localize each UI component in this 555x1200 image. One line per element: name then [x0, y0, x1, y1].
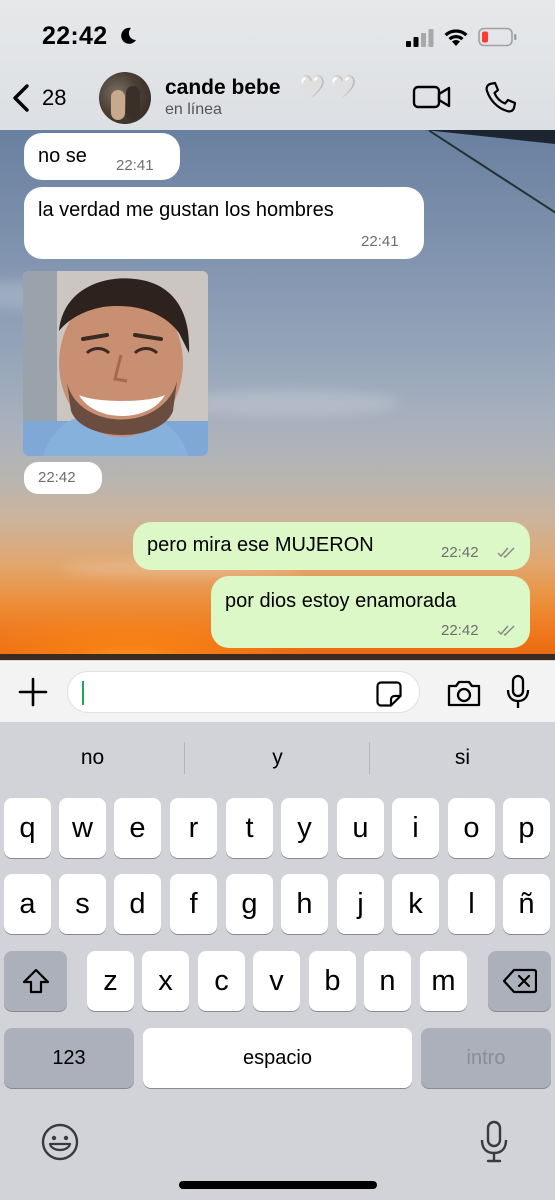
key-b[interactable]: b [309, 951, 356, 1011]
double-check-icon [497, 625, 515, 636]
message-image[interactable] [23, 271, 208, 456]
emoji-icon[interactable] [40, 1122, 80, 1162]
avatar-person [111, 90, 125, 120]
power-line [428, 130, 555, 230]
chat-header: 28 cande bebe 🤍🤍 en línea [0, 68, 555, 130]
key-m[interactable]: m [420, 951, 467, 1011]
key-i[interactable]: i [392, 798, 439, 858]
space-key[interactable]: espacio [143, 1028, 412, 1088]
message-bubble-outgoing[interactable]: por dios estoy enamorada 22:42 [211, 576, 530, 648]
status-bar: 22:42 [0, 0, 555, 68]
key-n[interactable]: n [364, 951, 411, 1011]
backspace-key[interactable] [488, 951, 551, 1011]
camera-icon[interactable] [446, 678, 482, 708]
key-v[interactable]: v [253, 951, 300, 1011]
image-timestamp: 22:42 [24, 462, 102, 494]
key-c[interactable]: c [198, 951, 245, 1011]
key-z[interactable]: z [87, 951, 134, 1011]
microphone-icon[interactable] [506, 674, 530, 710]
dictation-icon[interactable] [480, 1120, 508, 1164]
home-indicator [179, 1181, 377, 1189]
phone-icon[interactable] [484, 80, 516, 114]
key-k[interactable]: k [392, 874, 439, 934]
message-bubble-incoming[interactable]: la verdad me gustan los hombres 22:41 [24, 187, 424, 259]
key-w[interactable]: w [59, 798, 106, 858]
back-chevron-icon [13, 84, 29, 112]
key-j[interactable]: j [337, 874, 384, 934]
message-time: 22:42 [38, 469, 76, 486]
message-time: 22:41 [361, 233, 399, 250]
double-check-icon [497, 547, 515, 558]
return-key[interactable]: intro [421, 1028, 551, 1088]
key-s[interactable]: s [59, 874, 106, 934]
backspace-icon [502, 968, 537, 994]
key-p[interactable]: p [503, 798, 550, 858]
suggestion-item[interactable]: y [185, 722, 370, 794]
message-input-bar [0, 660, 555, 722]
contact-status: en línea [165, 101, 222, 118]
status-time: 22:42 [42, 22, 108, 50]
chat-area[interactable]: no se 22:41 la verdad me gustan los homb… [0, 130, 555, 660]
key-f[interactable]: f [170, 874, 217, 934]
sticker-icon[interactable] [376, 681, 402, 707]
message-time: 22:42 [441, 544, 479, 561]
key-x[interactable]: x [142, 951, 189, 1011]
shift-key[interactable] [4, 951, 67, 1011]
suggestion-bar: no y si [0, 722, 555, 794]
avatar[interactable] [99, 72, 151, 124]
battery-icon [478, 27, 517, 47]
message-text: no se [38, 145, 87, 167]
wifi-icon [444, 29, 468, 46]
key-u[interactable]: u [337, 798, 384, 858]
cloud [180, 390, 400, 416]
numbers-key[interactable]: 123 [4, 1028, 134, 1088]
message-input[interactable] [67, 671, 420, 713]
avatar-person [126, 86, 140, 120]
contact-hearts: 🤍🤍 [298, 74, 361, 100]
message-text: pero mira ese MUJERON [147, 534, 374, 556]
text-caret [82, 681, 84, 705]
key-n-tilde[interactable]: ñ [503, 874, 550, 934]
unread-count: 28 [42, 85, 67, 110]
key-h[interactable]: h [281, 874, 328, 934]
moon-icon [121, 27, 136, 44]
video-call-icon[interactable] [412, 82, 452, 112]
message-text: la verdad me gustan los hombres [38, 199, 334, 221]
back-button[interactable]: 28 [10, 80, 66, 116]
key-q[interactable]: q [4, 798, 51, 858]
key-e[interactable]: e [114, 798, 161, 858]
plus-icon[interactable] [18, 677, 48, 707]
message-text: por dios estoy enamorada [225, 590, 457, 612]
photo-of-smiling-man [23, 271, 208, 456]
shift-icon [22, 968, 49, 994]
key-l[interactable]: l [448, 874, 495, 934]
key-y[interactable]: y [281, 798, 328, 858]
signal-icon [406, 29, 434, 47]
suggestion-item[interactable]: si [370, 722, 555, 794]
contact-name[interactable]: cande bebe [165, 76, 281, 100]
message-bubble-incoming[interactable]: no se 22:41 [24, 133, 180, 180]
key-r[interactable]: r [170, 798, 217, 858]
message-bubble-outgoing[interactable]: pero mira ese MUJERON 22:42 [133, 522, 530, 570]
key-t[interactable]: t [226, 798, 273, 858]
key-a[interactable]: a [4, 874, 51, 934]
key-o[interactable]: o [448, 798, 495, 858]
key-d[interactable]: d [114, 874, 161, 934]
keyboard: no y si q w e r t y u i o p a s d f g h … [0, 722, 555, 1200]
message-time: 22:41 [116, 157, 154, 174]
top-bar: 22:42 28 cande bebe 🤍🤍 en línea [0, 0, 555, 130]
message-time: 22:42 [441, 622, 479, 639]
key-g[interactable]: g [226, 874, 273, 934]
suggestion-item[interactable]: no [0, 722, 185, 794]
